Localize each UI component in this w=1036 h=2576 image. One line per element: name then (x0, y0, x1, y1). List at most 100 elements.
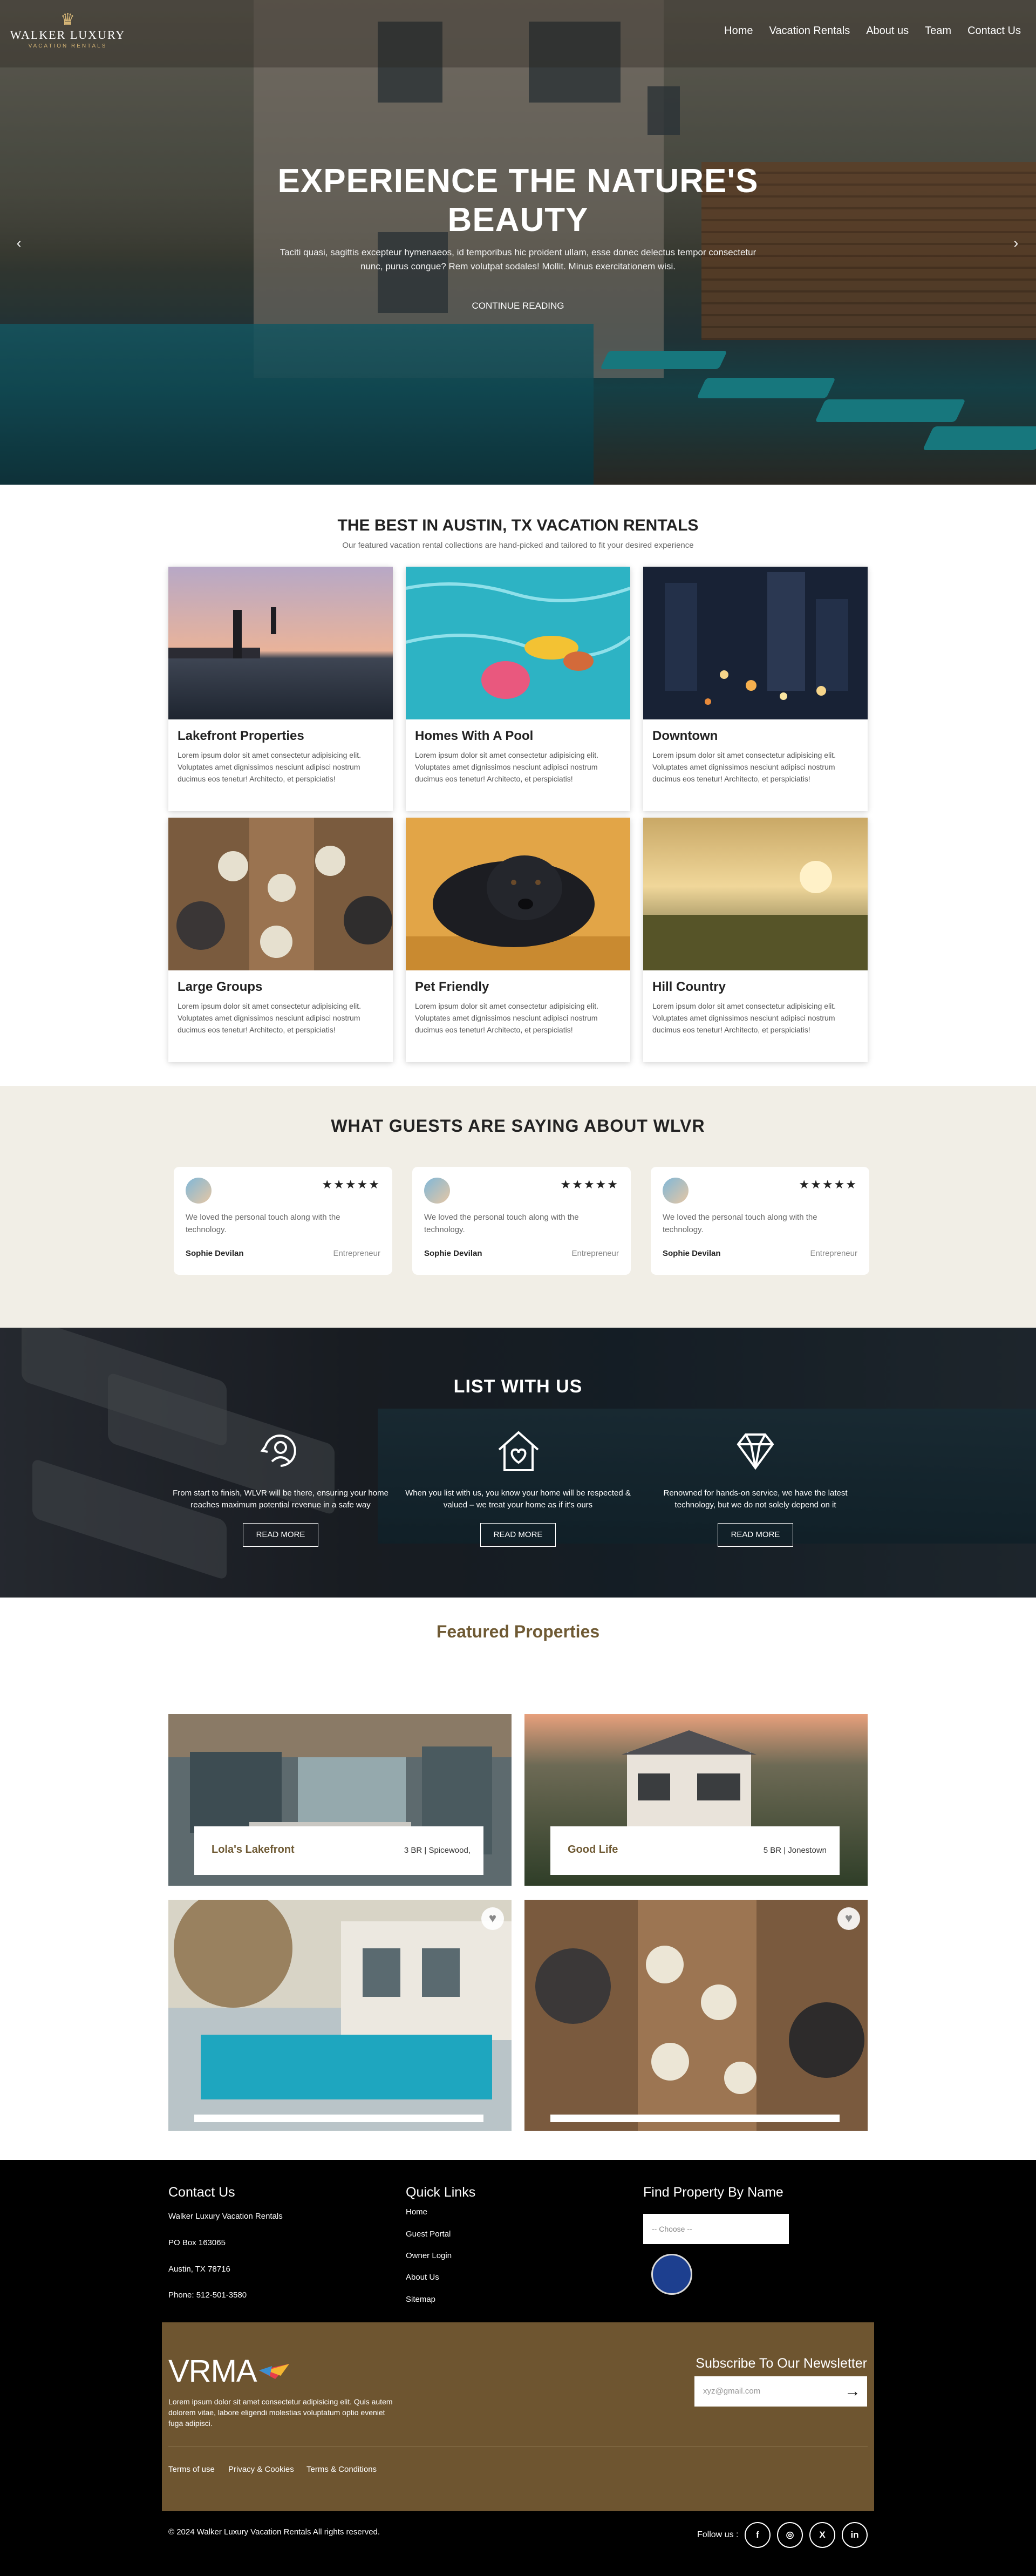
footer-link-owner-login[interactable]: Owner Login (406, 2251, 452, 2260)
nav-about-us[interactable]: About us (866, 25, 909, 37)
nav-vacation-rentals[interactable]: Vacation Rentals (769, 25, 850, 37)
category-card-pet-friendly[interactable]: Pet Friendly Lorem ipsum dolor sit amet … (406, 818, 630, 1062)
list-item-text: Renowned for hands-on service, we have t… (663, 1488, 848, 1510)
card-title: Hill Country (652, 980, 726, 994)
card-text: Lorem ipsum dolor sit amet consectetur a… (652, 751, 836, 783)
property-name[interactable]: Good Life (568, 1844, 618, 1856)
newsletter-heading: Subscribe To Our Newsletter (696, 2356, 867, 2371)
card-text: Lorem ipsum dolor sit amet consectetur a… (178, 1002, 362, 1034)
property-info-bar (550, 2115, 840, 2122)
card-title: Downtown (652, 729, 718, 743)
testimonial-quote: We loved the personal touch along with t… (663, 1213, 817, 1234)
find-property-heading: Find Property By Name (643, 2185, 783, 2200)
main-nav: Home Vacation Rentals About us Team Cont… (724, 25, 1021, 37)
follow-us-label: Follow us : (697, 2530, 739, 2539)
card-title: Homes With A Pool (415, 729, 534, 743)
home-heart-icon (493, 1425, 544, 1477)
instagram-icon[interactable]: ◎ (777, 2522, 803, 2548)
diamond-icon (730, 1425, 781, 1477)
x-twitter-icon[interactable]: X (809, 2522, 835, 2548)
category-card-downtown[interactable]: Downtown Lorem ipsum dolor sit amet cons… (643, 567, 868, 811)
nav-contact-us[interactable]: Contact Us (967, 25, 1021, 37)
vrma-logo: VRMA (168, 2354, 257, 2389)
rating-stars: ★★★★★ (322, 1178, 380, 1191)
contact-line: Walker Luxury Vacation Rentals (168, 2212, 283, 2221)
testimonial-quote: We loved the personal touch along with t… (424, 1213, 579, 1234)
property-info-box: Lola's Lakefront 3 BR | Spicewood, (194, 1826, 483, 1875)
contact-heading: Contact Us (168, 2185, 235, 2200)
featured-property-card[interactable]: Good Life 5 BR | Jonestown (524, 1714, 868, 1886)
vrma-description: Lorem ipsum dolor sit amet consectetur a… (168, 2397, 393, 2428)
pet-friendly-image (406, 818, 630, 970)
footer-link-guest-portal[interactable]: Guest Portal (406, 2230, 451, 2239)
certification-badge-icon (651, 2254, 692, 2295)
featured-property-card[interactable]: ♥ (168, 1900, 512, 2131)
read-more-button[interactable]: READ MORE (480, 1523, 556, 1547)
testimonial-role: Entrepreneur (333, 1249, 380, 1258)
vrma-logo-mark-icon (259, 2364, 289, 2379)
avatar (663, 1178, 689, 1204)
pool-image (406, 567, 630, 719)
continue-reading-button[interactable]: CONTINUE READING (456, 295, 580, 317)
category-card-large-groups[interactable]: Large Groups Lorem ipsum dolor sit amet … (168, 818, 393, 1062)
terms-conditions-link[interactable]: Terms & Conditions (306, 2465, 377, 2474)
quick-links-heading: Quick Links (406, 2185, 476, 2200)
nav-home[interactable]: Home (724, 25, 753, 37)
hero-text: Taciti quasi, sagittis excepteur hymenae… (280, 247, 756, 271)
contact-phone[interactable]: Phone: 512-501-3580 (168, 2290, 247, 2300)
hero-overlay (0, 0, 1036, 485)
property-meta: 3 BR | Spicewood, (404, 1846, 471, 1855)
card-text: Lorem ipsum dolor sit amet consectetur a… (415, 1002, 599, 1034)
privacy-cookies-link[interactable]: Privacy & Cookies (228, 2465, 294, 2474)
list-with-us-title: LIST WITH US (453, 1376, 583, 1397)
testimonial-card: ★★★★★ We loved the personal touch along … (651, 1167, 869, 1275)
rating-stars: ★★★★★ (799, 1178, 857, 1191)
footer-link-home[interactable]: Home (406, 2207, 427, 2217)
card-text: Lorem ipsum dolor sit amet consectetur a… (415, 751, 599, 783)
navbar: ♛ WALKER LUXURY VACATION RENTALS Home Va… (0, 0, 1036, 67)
favorite-heart-icon[interactable]: ♥ (837, 1907, 860, 1930)
category-card-pool[interactable]: Homes With A Pool Lorem ipsum dolor sit … (406, 567, 630, 811)
favorite-heart-icon[interactable]: ♥ (481, 1907, 504, 1930)
card-title: Pet Friendly (415, 980, 489, 994)
list-item-text: From start to finish, WLVR will be there… (173, 1488, 388, 1510)
footer-link-about-us[interactable]: About Us (406, 2273, 439, 2282)
dining-group-image (524, 1900, 868, 2131)
avatar (424, 1178, 450, 1204)
hero-title: EXPERIENCE THE NATURE'S BEAUTY (277, 162, 759, 239)
pool-house-image (168, 1900, 512, 2131)
newsletter-email-input[interactable]: xyz@gmail.com (694, 2376, 867, 2407)
contact-line: PO Box 163065 (168, 2238, 226, 2247)
read-more-button[interactable]: READ MORE (243, 1523, 318, 1547)
support-agent-icon (255, 1425, 306, 1477)
card-text: Lorem ipsum dolor sit amet consectetur a… (178, 751, 362, 783)
carousel-prev-icon[interactable]: ‹ (11, 235, 27, 251)
category-card-hill-country[interactable]: Hill Country Lorem ipsum dolor sit amet … (643, 818, 868, 1062)
brand-logo[interactable]: ♛ WALKER LUXURY VACATION RENTALS (10, 12, 126, 50)
card-title: Large Groups (178, 980, 263, 994)
property-info-bar (194, 2115, 483, 2122)
carousel-next-icon[interactable]: › (1008, 235, 1024, 251)
testimonial-role: Entrepreneur (810, 1249, 857, 1258)
testimonials-title: WHAT GUESTS ARE SAYING ABOUT WLVR (331, 1116, 705, 1136)
linkedin-icon[interactable]: in (842, 2522, 868, 2548)
best-section-subtitle: Our featured vacation rental collections… (342, 541, 694, 550)
facebook-icon[interactable]: f (745, 2522, 771, 2548)
read-more-button[interactable]: READ MORE (718, 1523, 793, 1547)
testimonial-name: Sophie Devilan (424, 1249, 482, 1258)
lakefront-image (168, 567, 393, 719)
nav-team[interactable]: Team (925, 25, 951, 37)
brand-tagline: VACATION RENTALS (28, 43, 107, 49)
newsletter-submit-arrow-icon[interactable]: → (842, 2376, 863, 2407)
downtown-image (643, 567, 868, 719)
footer-link-sitemap[interactable]: Sitemap (406, 2295, 435, 2304)
category-card-lakefront[interactable]: Lakefront Properties Lorem ipsum dolor s… (168, 567, 393, 811)
featured-property-card[interactable]: ♥ (524, 1900, 868, 2131)
property-name[interactable]: Lola's Lakefront (212, 1844, 295, 1856)
testimonial-name: Sophie Devilan (663, 1249, 721, 1258)
terms-of-use-link[interactable]: Terms of use (168, 2465, 215, 2474)
large-groups-image (168, 818, 393, 970)
list-item-text: When you list with us, you know your hom… (405, 1488, 631, 1510)
featured-property-card[interactable]: Lola's Lakefront 3 BR | Spicewood, (168, 1714, 512, 1886)
property-select[interactable]: -- Choose -- (643, 2214, 789, 2244)
